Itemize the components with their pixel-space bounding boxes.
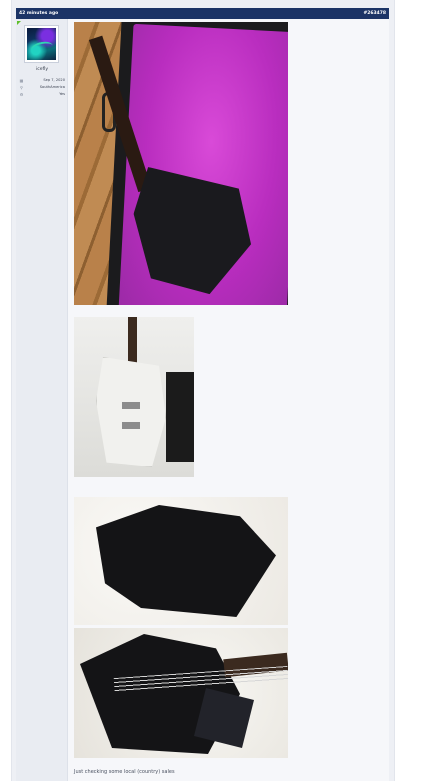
post-number-link[interactable]: #263478 bbox=[363, 11, 386, 16]
user-meta-location: ⚲ SouthAmerica bbox=[19, 84, 65, 90]
online-indicator-icon bbox=[17, 21, 21, 25]
amplifier bbox=[166, 372, 194, 462]
post-image-2[interactable] bbox=[74, 317, 194, 477]
author-sidebar bbox=[16, 19, 68, 781]
username[interactable]: icefly bbox=[16, 67, 68, 72]
joined-date: Sep 7, 2020 bbox=[43, 78, 65, 82]
location-value: SouthAmerica bbox=[39, 85, 65, 89]
pickup bbox=[122, 422, 140, 429]
bass-body bbox=[96, 357, 166, 467]
post-timestamp[interactable]: 42 minutes ago bbox=[19, 11, 58, 16]
post-header: 42 minutes ago #263478 bbox=[16, 8, 389, 19]
settings-icon: ⚙ bbox=[19, 91, 24, 97]
setting-value: Yes bbox=[59, 92, 65, 96]
calendar-icon: ▦ bbox=[19, 77, 24, 83]
pickup bbox=[122, 402, 140, 409]
post-image-1[interactable] bbox=[74, 22, 288, 305]
avatar-image bbox=[27, 28, 56, 60]
location-icon: ⚲ bbox=[20, 84, 23, 90]
user-meta-setting: ⚙ Yes bbox=[19, 91, 65, 97]
post-image-4[interactable] bbox=[74, 628, 288, 758]
avatar[interactable] bbox=[24, 25, 59, 63]
post-text: Just checking some local (country) sales bbox=[74, 769, 175, 775]
user-meta-joined: ▦ Sep 7, 2020 bbox=[19, 77, 65, 83]
post-image-3[interactable] bbox=[74, 497, 288, 625]
